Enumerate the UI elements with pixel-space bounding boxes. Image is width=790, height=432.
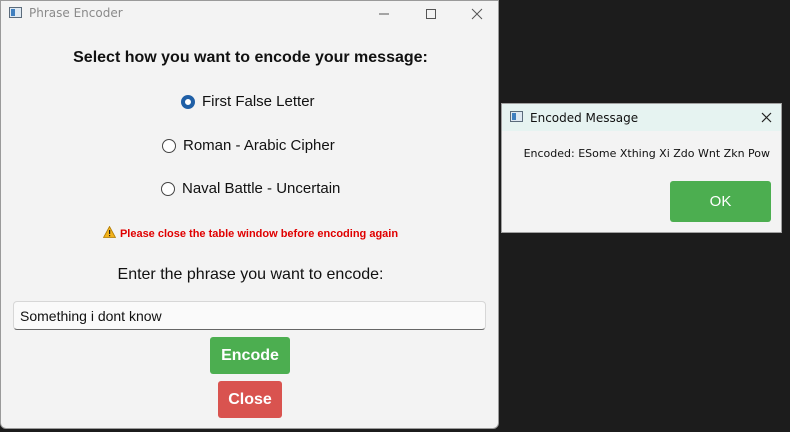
encoding-heading: Select how you want to encode your messa… xyxy=(73,49,428,66)
ok-button[interactable]: OK xyxy=(670,181,771,222)
close-icon xyxy=(761,112,772,123)
app-window-icon xyxy=(9,7,22,18)
minimize-icon xyxy=(379,13,389,15)
phrase-prompt: Enter the phrase you want to encode: xyxy=(117,266,384,283)
encode-button[interactable]: Encode xyxy=(210,337,290,374)
minimize-button[interactable] xyxy=(361,1,407,27)
main-titlebar[interactable]: Phrase Encoder xyxy=(1,1,498,27)
phrase-encoder-window: Phrase Encoder Select how you want to en… xyxy=(0,0,499,429)
option-first-false-letter[interactable]: First False Letter xyxy=(181,93,315,110)
warning-message: Please close the table window before enc… xyxy=(1,226,500,240)
option-label: First False Letter xyxy=(202,93,315,110)
dialog-title: Encoded Message xyxy=(530,111,639,125)
maximize-icon xyxy=(426,9,436,19)
dialog-window-icon xyxy=(510,111,523,122)
option-label: Roman - Arabic Cipher xyxy=(183,137,335,154)
close-button[interactable]: Close xyxy=(218,381,282,418)
option-roman-arabic-cipher[interactable]: Roman - Arabic Cipher xyxy=(162,137,335,154)
encoded-result-text: Encoded: ESome Xthing Xi Zdo Wnt Zkn Pow xyxy=(523,147,770,160)
encoded-message-dialog: Encoded Message Encoded: ESome Xthing Xi… xyxy=(501,103,782,233)
radio-unselected-icon[interactable] xyxy=(162,138,176,153)
radio-unselected-icon[interactable] xyxy=(161,181,175,196)
warning-icon xyxy=(102,226,116,238)
close-icon xyxy=(471,8,483,20)
phrase-input[interactable] xyxy=(13,301,486,330)
window-close-button[interactable] xyxy=(454,1,500,27)
maximize-button[interactable] xyxy=(408,1,454,27)
option-naval-battle-uncertain[interactable]: Naval Battle - Uncertain xyxy=(161,180,340,197)
dialog-close-button[interactable] xyxy=(757,110,777,126)
option-label: Naval Battle - Uncertain xyxy=(182,180,341,197)
dialog-titlebar[interactable]: Encoded Message xyxy=(502,104,781,131)
main-window-title: Phrase Encoder xyxy=(29,6,123,20)
radio-selected-icon[interactable] xyxy=(181,94,195,109)
warning-text: Please close the table window before enc… xyxy=(119,228,399,240)
